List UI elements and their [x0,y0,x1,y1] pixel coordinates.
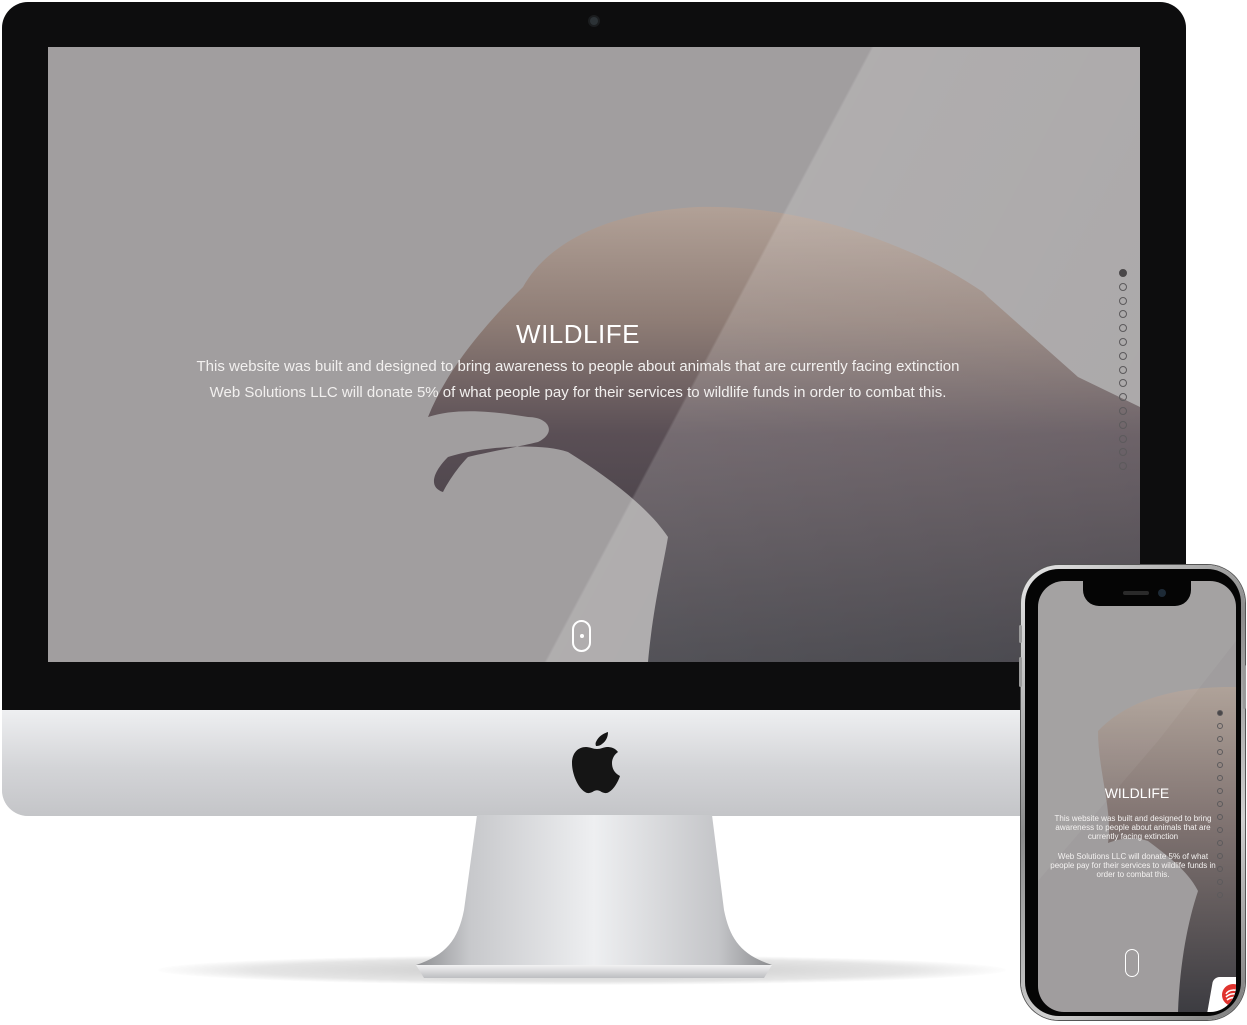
hero-description-line-1: This website was built and designed to b… [196,358,960,375]
mobile-mouse-scroll-icon[interactable] [1125,949,1139,977]
section-nav-dot-8[interactable] [1119,365,1127,374]
section-nav-dot-6[interactable] [1119,337,1127,346]
section-nav-dot-4[interactable] [1119,310,1127,319]
mobile-nav-dot-2[interactable] [1217,723,1223,729]
mobile-nav-dot-11[interactable] [1217,840,1223,846]
mobile-hero-title: WILDLIFE [1104,785,1170,801]
section-nav-dot-5[interactable] [1119,324,1127,333]
section-nav-dot-1[interactable] [1119,269,1127,277]
section-nav-dot-14[interactable] [1119,448,1127,457]
mobile-nav-dot-9[interactable] [1217,814,1223,820]
section-nav-dot-2[interactable] [1119,282,1127,291]
mobile-nav-dot-10[interactable] [1217,827,1223,833]
section-nav-dot-12[interactable] [1119,420,1127,429]
mobile-nav-dot-6[interactable] [1217,775,1223,781]
section-nav-dot-3[interactable] [1119,296,1127,305]
mouse-scroll-icon[interactable] [572,620,591,652]
mobile-website-screen: WILDLIFE This website was built and desi… [1038,581,1236,1012]
mobile-nav-dot-15[interactable] [1217,892,1223,898]
iphone-device: WILDLIFE This website was built and desi… [1019,565,1246,1020]
mobile-nav-dot-12[interactable] [1217,853,1223,859]
section-nav-dot-9[interactable] [1119,379,1127,388]
mobile-nav-dot-8[interactable] [1217,801,1223,807]
hero-title: WILDLIFE [516,319,640,349]
phone-mute-switch [1019,625,1022,643]
eagle-forest-background [428,206,1140,662]
phone-bezel: WILDLIFE This website was built and desi… [1025,569,1241,1016]
red-swirl-logo-icon[interactable] [1220,982,1236,1008]
mobile-section-nav-dots [1217,710,1225,905]
imac-stand [416,815,772,978]
apple-logo-icon [572,732,620,794]
mobile-nav-dot-14[interactable] [1217,879,1223,885]
earpiece-speaker [1123,591,1149,595]
mobile-hero-paragraph-1: This website was built and designed to b… [1054,814,1212,841]
phone-notch [1083,581,1191,606]
phone-power-button [1243,665,1246,709]
section-nav-dot-11[interactable] [1119,406,1127,415]
section-nav-dot-7[interactable] [1119,351,1127,360]
webcam-icon [590,17,598,25]
hero-description-line-2: Web Solutions LLC will donate 5% of what… [209,384,947,401]
mobile-nav-dot-13[interactable] [1217,866,1223,872]
mobile-hero-paragraph-2: Web Solutions LLC will donate 5% of what… [1050,852,1216,879]
section-nav-dot-15[interactable] [1119,462,1127,471]
desktop-website-screen: WILDLIFE This website was built and desi… [48,47,1140,662]
section-nav-dot-10[interactable] [1119,393,1127,402]
section-nav-dot-13[interactable] [1119,434,1127,443]
mobile-nav-dot-4[interactable] [1217,749,1223,755]
mobile-nav-dot-3[interactable] [1217,736,1223,742]
front-camera-icon [1158,589,1166,597]
mobile-nav-dot-5[interactable] [1217,762,1223,768]
section-nav-dots [1119,269,1129,476]
mobile-nav-dot-7[interactable] [1217,788,1223,794]
phone-volume-up [1019,657,1022,687]
mobile-nav-dot-1[interactable] [1217,710,1223,716]
